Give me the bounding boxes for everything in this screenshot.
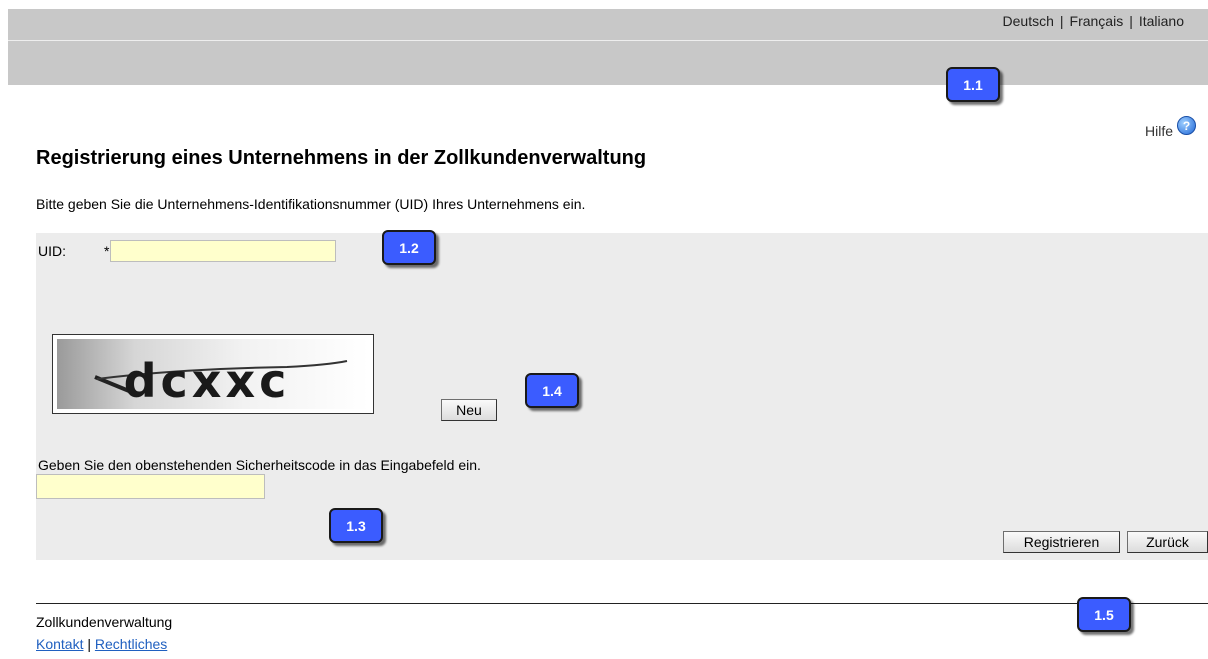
- footer-link-kontakt[interactable]: Kontakt: [36, 636, 83, 652]
- callout-badge: 1.3: [329, 508, 383, 543]
- callout-badge: 1.1: [946, 67, 1000, 102]
- page-title: Registrierung eines Unternehmens in der …: [36, 147, 647, 169]
- lang-separator: |: [1129, 13, 1133, 29]
- footer-divider: [36, 603, 1208, 604]
- lang-link-francais[interactable]: Français: [1070, 13, 1124, 29]
- footer-links: Kontakt | Rechtliches: [36, 636, 167, 652]
- captcha-image: dcxxc: [52, 334, 374, 414]
- uid-label: UID:: [38, 243, 66, 259]
- callout-badge: 1.5: [1077, 597, 1131, 632]
- back-button[interactable]: Zurück: [1127, 531, 1208, 553]
- footer-title: Zollkundenverwaltung: [36, 614, 173, 630]
- footer-separator: |: [87, 636, 92, 652]
- intro-text: Bitte geben Sie die Unternehmens-Identif…: [36, 196, 586, 212]
- question-circle-icon[interactable]: ?: [1177, 116, 1196, 135]
- captcha-graphic: dcxxc: [57, 339, 369, 409]
- uid-input[interactable]: [110, 240, 336, 262]
- footer-link-rechtliches[interactable]: Rechtliches: [95, 636, 167, 652]
- help-link[interactable]: Hilfe ?: [1144, 116, 1196, 140]
- required-marker: *: [104, 243, 110, 259]
- captcha-input[interactable]: [36, 474, 265, 499]
- captcha-prompt: Geben Sie den obenstehenden Sicherheitsc…: [38, 457, 481, 473]
- lang-link-deutsch[interactable]: Deutsch: [1003, 13, 1054, 29]
- callout-badge: 1.2: [382, 230, 436, 265]
- lang-link-italiano[interactable]: Italiano: [1139, 13, 1184, 29]
- help-label: Hilfe: [1144, 122, 1173, 139]
- language-nav: Deutsch | Français | Italiano: [1003, 13, 1184, 29]
- callout-badge: 1.4: [525, 373, 579, 408]
- header-bar: Deutsch | Français | Italiano: [8, 9, 1208, 85]
- refresh-captcha-button[interactable]: Neu: [441, 399, 497, 421]
- header-divider: [8, 40, 1208, 41]
- register-button[interactable]: Registrieren: [1003, 531, 1120, 553]
- lang-separator: |: [1059, 13, 1064, 29]
- captcha-code-text: dcxxc: [124, 354, 291, 408]
- registration-form: UID: * dcxxc Neu Geben Sie den obenstehe…: [36, 233, 1208, 560]
